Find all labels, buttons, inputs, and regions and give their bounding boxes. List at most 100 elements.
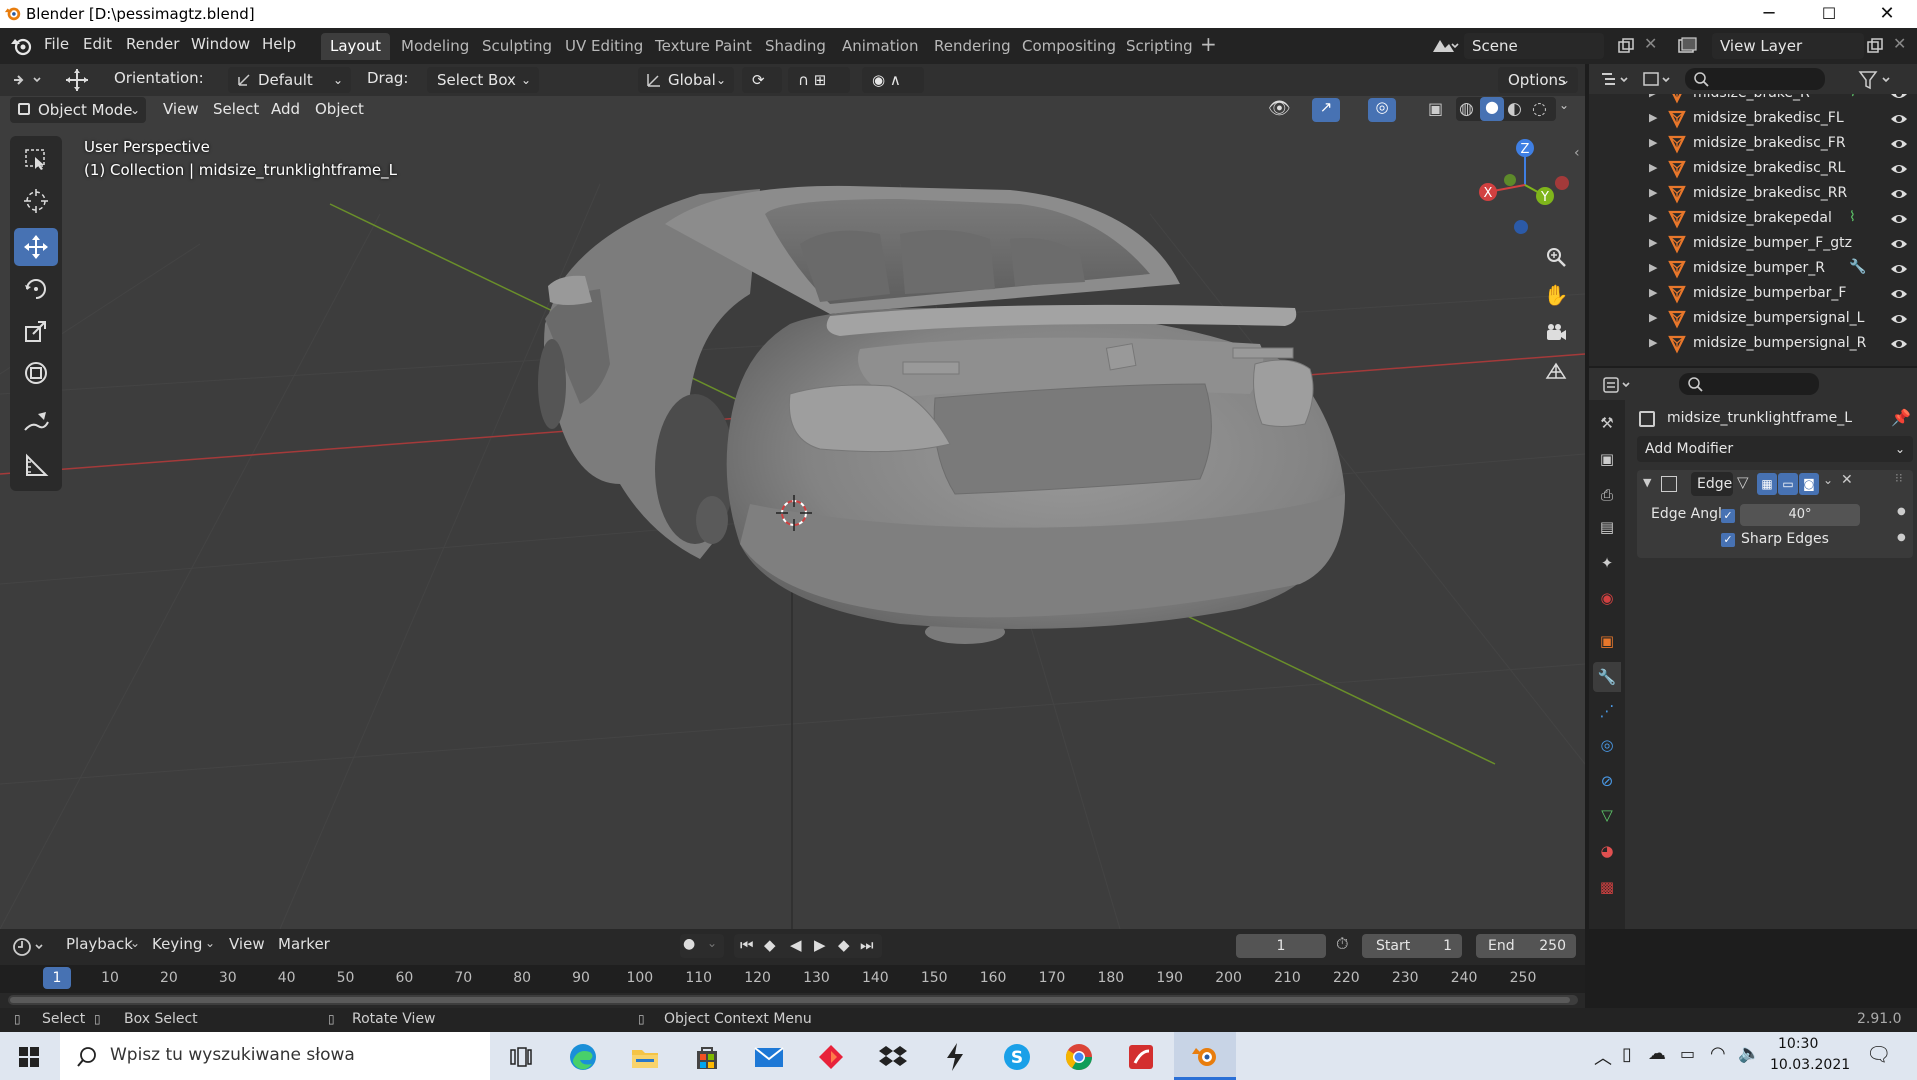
outliner-item-name[interactable]: midsize_brakedisc_RL bbox=[1693, 160, 1845, 176]
outliner-item-name[interactable]: midsize_bumpersignal_L bbox=[1693, 310, 1864, 326]
view-layer-tab[interactable]: ▤ bbox=[1593, 512, 1621, 542]
outliner-row[interactable]: ▶ midsize_brakedisc_FL bbox=[1589, 107, 1917, 132]
tray-volume-icon[interactable]: 🔈 bbox=[1738, 1043, 1760, 1064]
camera-view-icon[interactable] bbox=[1539, 316, 1573, 350]
blender-menu-icon[interactable] bbox=[10, 36, 32, 56]
new-scene-icon[interactable] bbox=[1617, 37, 1635, 55]
view-layer-selector-icon[interactable] bbox=[1676, 35, 1706, 57]
properties-search-input[interactable] bbox=[1679, 373, 1819, 395]
next-keyframe-icon[interactable]: ◆ bbox=[838, 936, 850, 954]
rendered-shading-icon[interactable]: ◌ bbox=[1532, 99, 1547, 119]
add-workspace-icon[interactable]: + bbox=[1200, 32, 1217, 56]
material-shading-icon[interactable]: ◐ bbox=[1507, 99, 1522, 119]
clock-time[interactable]: 10:30 bbox=[1778, 1036, 1818, 1052]
clock-date[interactable]: 10.03.2021 bbox=[1770, 1057, 1850, 1073]
gizmo-neg-x-icon[interactable] bbox=[1555, 176, 1569, 190]
scene-selector-icon[interactable] bbox=[1430, 35, 1460, 57]
visibility-eye-icon[interactable] bbox=[1889, 159, 1909, 179]
outliner-row[interactable]: ▶ midsize_brakedisc_RL bbox=[1589, 157, 1917, 182]
timeline-scrollbar[interactable] bbox=[8, 995, 1578, 1005]
data-link-icon[interactable]: ⌇ bbox=[1849, 94, 1856, 100]
modifier-menu-icon[interactable]: ⌄ bbox=[1823, 473, 1833, 487]
preview-range-icon[interactable]: ⏱ bbox=[1336, 934, 1348, 954]
outliner-item-name[interactable]: midsize_bumper_F_gtz bbox=[1693, 235, 1852, 251]
outliner-item-name[interactable]: midsize_bumper_R bbox=[1693, 260, 1825, 276]
expand-arrow-icon[interactable]: ▶ bbox=[1649, 261, 1657, 274]
material-tab[interactable]: ◕ bbox=[1593, 836, 1621, 866]
proportional-edit-toggle[interactable]: ◉ ∧ bbox=[862, 67, 924, 93]
select-box-tool[interactable] bbox=[14, 140, 58, 178]
solid-shading-icon[interactable]: ● bbox=[1480, 97, 1504, 121]
file-explorer-icon[interactable] bbox=[628, 1040, 662, 1074]
modifier-wrench-icon[interactable]: 🔧 bbox=[1849, 259, 1866, 275]
move-tool-icon[interactable] bbox=[62, 67, 92, 93]
new-view-layer-icon[interactable] bbox=[1866, 37, 1884, 55]
expand-arrow-icon[interactable]: ▶ bbox=[1649, 211, 1657, 224]
menu-render[interactable]: Render bbox=[126, 35, 179, 53]
keyframe-dot-icon[interactable]: ● bbox=[1897, 532, 1906, 543]
current-frame-marker[interactable]: 1 bbox=[43, 967, 71, 989]
visibility-icon[interactable]: 👁 bbox=[1268, 98, 1291, 119]
timeline-editor-type-icon[interactable] bbox=[12, 936, 48, 958]
scrollbar-thumb[interactable] bbox=[10, 997, 1570, 1003]
collapse-icon[interactable]: ▼ bbox=[1643, 476, 1651, 489]
taskbar-search-input[interactable]: Wpisz tu wyszukiwane słowa bbox=[60, 1032, 490, 1080]
start-frame-field[interactable]: Start 1 bbox=[1362, 934, 1462, 958]
scale-tool[interactable] bbox=[14, 312, 58, 350]
red-app-icon[interactable] bbox=[814, 1040, 848, 1074]
visibility-eye-icon[interactable] bbox=[1889, 259, 1909, 279]
visibility-eye-icon[interactable] bbox=[1889, 134, 1909, 154]
delete-scene-icon[interactable]: ✕ bbox=[1644, 34, 1657, 53]
outliner-row[interactable]: ▶ midsize_bumpersignal_R bbox=[1589, 332, 1917, 357]
tool-settings-tab[interactable]: ⚒ bbox=[1593, 408, 1621, 438]
filter-icon[interactable] bbox=[1857, 69, 1897, 91]
overlays-toggle-icon[interactable]: ◎ bbox=[1368, 98, 1396, 122]
render-tab[interactable]: ▣ bbox=[1593, 444, 1621, 474]
timeline-menu-keying[interactable]: Keying bbox=[152, 935, 202, 953]
jump-end-icon[interactable]: ⏭ bbox=[860, 936, 874, 954]
outliner-item-name[interactable]: midsize_brakepedal bbox=[1693, 210, 1832, 226]
tray-cloud-icon[interactable]: ☁ bbox=[1648, 1043, 1666, 1064]
display-mode-icon[interactable] bbox=[1641, 69, 1675, 91]
expand-arrow-icon[interactable]: ▶ bbox=[1649, 336, 1657, 349]
tray-wifi-icon[interactable]: ◠ bbox=[1710, 1043, 1726, 1064]
data-link-icon[interactable]: ⌇ bbox=[1849, 209, 1856, 225]
particles-tab[interactable]: ⋰ bbox=[1593, 696, 1621, 726]
options-dropdown[interactable]: Options ⌄ bbox=[1498, 67, 1578, 93]
modifier-name-field[interactable]: Edge bbox=[1691, 472, 1733, 496]
tab-animation[interactable]: Animation bbox=[833, 33, 927, 60]
visibility-eye-icon[interactable] bbox=[1889, 334, 1909, 354]
view-layer-field[interactable]: View Layer bbox=[1712, 33, 1864, 59]
sharp-edges-checkbox[interactable]: ✓ bbox=[1721, 533, 1735, 547]
sidebar-toggle-icon[interactable]: ‹ bbox=[1574, 145, 1580, 161]
outliner-row[interactable]: ▶ midsize_bumper_R 🔧 bbox=[1589, 257, 1917, 282]
current-frame-field[interactable]: 1 bbox=[1236, 934, 1326, 958]
skype-icon[interactable]: S bbox=[1000, 1040, 1034, 1074]
dropbox-icon[interactable] bbox=[876, 1040, 910, 1074]
expand-arrow-icon[interactable]: ▶ bbox=[1649, 161, 1657, 174]
rotate-tool[interactable] bbox=[14, 270, 58, 308]
keyframe-dot-icon[interactable]: ● bbox=[1897, 506, 1906, 517]
properties-editor-type-icon[interactable] bbox=[1601, 374, 1635, 396]
xray-toggle-icon[interactable]: ▣ bbox=[1428, 99, 1443, 118]
visibility-eye-icon[interactable] bbox=[1889, 94, 1909, 104]
snap-toggle[interactable]: ∩ ⊞ bbox=[788, 67, 850, 93]
expand-arrow-icon[interactable]: ▶ bbox=[1649, 136, 1657, 149]
menu-window[interactable]: Window bbox=[191, 35, 250, 53]
gizmo-toggle-icon[interactable]: ↗ bbox=[1312, 98, 1340, 122]
output-tab[interactable]: ⎙ bbox=[1593, 480, 1621, 510]
pin-icon[interactable]: 📌 bbox=[1891, 408, 1911, 427]
tab-scripting[interactable]: Scripting bbox=[1117, 33, 1202, 60]
expand-arrow-icon[interactable]: ▶ bbox=[1649, 286, 1657, 299]
car-model[interactable] bbox=[538, 185, 1345, 644]
wireframe-shading-icon[interactable]: ◍ bbox=[1459, 99, 1474, 119]
transform-orientation-dropdown[interactable]: Global ⌄ bbox=[638, 67, 734, 93]
notifications-icon[interactable]: 🗨 bbox=[1866, 1042, 1891, 1066]
world-tab[interactable]: ◉ bbox=[1593, 583, 1621, 613]
viewport-menu-view[interactable]: View bbox=[163, 100, 199, 118]
tab-texture-paint[interactable]: Texture Paint bbox=[646, 33, 761, 60]
gizmo-neg-z-icon[interactable] bbox=[1514, 220, 1528, 234]
viewport-menu-object[interactable]: Object bbox=[315, 100, 364, 118]
drag-dropdown[interactable]: Select Box ⌄ bbox=[427, 67, 539, 93]
tab-compositing[interactable]: Compositing bbox=[1013, 33, 1125, 60]
